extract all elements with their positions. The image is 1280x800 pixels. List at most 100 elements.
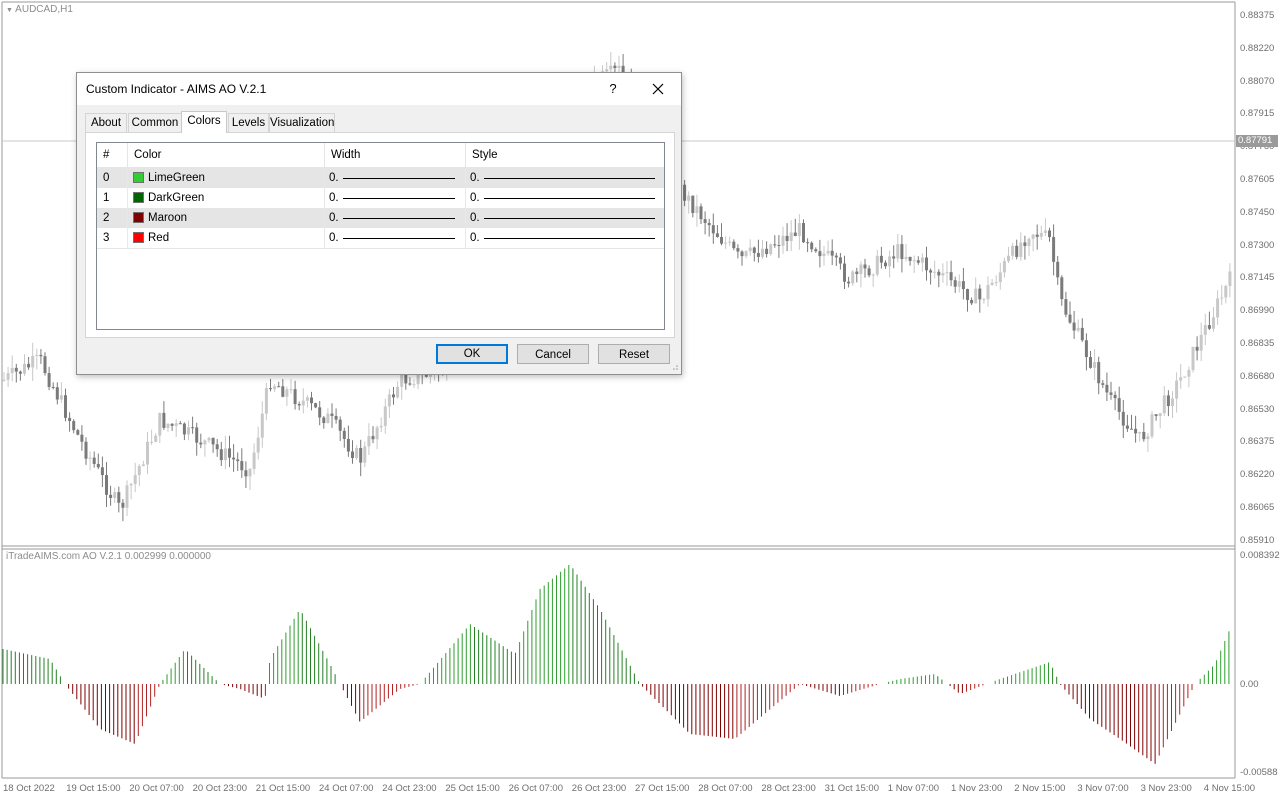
candle-body xyxy=(195,427,199,443)
candle-body xyxy=(1195,346,1199,351)
candle-body xyxy=(1162,395,1166,414)
grid-header: # Color Width Style xyxy=(97,143,664,168)
price-axis-label: 0.87605 xyxy=(1240,174,1275,185)
time-axis-label: 18 Oct 2022 xyxy=(3,783,55,794)
candle-body xyxy=(994,282,998,284)
candle-body xyxy=(322,417,326,424)
tab-about[interactable]: About xyxy=(85,113,127,132)
column-header-style[interactable]: Style xyxy=(466,143,664,167)
candle-body xyxy=(1007,255,1010,262)
candle-body xyxy=(55,387,59,400)
candle-body xyxy=(826,250,830,254)
candle-body xyxy=(367,436,371,447)
candle-body xyxy=(199,442,203,445)
candle-body xyxy=(256,437,260,453)
width-cell[interactable]: 0. xyxy=(325,188,466,208)
tab-common[interactable]: Common xyxy=(128,113,182,132)
candle-body xyxy=(925,257,928,271)
style-value: 0. xyxy=(470,172,480,184)
candle-body xyxy=(699,206,703,220)
reset-button[interactable]: Reset xyxy=(598,344,670,364)
candle-body xyxy=(146,441,149,465)
candle-body xyxy=(92,457,96,464)
candle-body xyxy=(125,485,129,508)
table-row[interactable]: 3 Red 0. 0. xyxy=(97,228,664,249)
dialog-titlebar[interactable]: Custom Indicator - AIMS AO V.2.1 ? xyxy=(77,73,681,105)
candle-body xyxy=(867,268,871,276)
candle-body xyxy=(252,452,256,469)
color-cell[interactable]: DarkGreen xyxy=(128,188,325,208)
candle-body xyxy=(982,299,986,301)
candle-body xyxy=(1212,317,1215,329)
color-name: LimeGreen xyxy=(148,172,205,184)
table-row[interactable]: 2 Maroon 0. 0. xyxy=(97,208,664,228)
candle-body xyxy=(888,256,892,267)
candle-body xyxy=(396,386,400,398)
candle-body xyxy=(223,448,227,461)
style-cell[interactable]: 0. xyxy=(466,188,664,208)
candle-body xyxy=(273,386,277,390)
cancel-button[interactable]: Cancel xyxy=(517,344,589,364)
candle-body xyxy=(351,451,354,459)
candle-body xyxy=(834,255,838,258)
candle-body xyxy=(293,389,297,405)
candle-body xyxy=(847,281,851,284)
style-cell[interactable]: 0. xyxy=(466,208,664,228)
style-cell[interactable]: 0. xyxy=(466,228,664,248)
candle-body xyxy=(150,441,154,443)
resize-grip-icon[interactable] xyxy=(671,364,679,372)
candle-body xyxy=(244,470,248,477)
candle-body xyxy=(879,255,883,263)
candle-body xyxy=(346,438,350,452)
help-button[interactable]: ? xyxy=(603,79,623,99)
width-value: 0. xyxy=(329,212,339,224)
candle-body xyxy=(363,446,367,463)
column-header-width[interactable]: Width xyxy=(325,143,466,167)
candle-body xyxy=(100,467,104,476)
candle-body xyxy=(207,437,211,441)
tab-levels[interactable]: Levels xyxy=(228,113,269,132)
ok-button[interactable]: OK xyxy=(436,344,508,364)
candle-body xyxy=(961,281,965,290)
candle-body xyxy=(720,236,723,244)
table-row[interactable]: 0 LimeGreen 0. 0. xyxy=(97,168,664,188)
table-row[interactable]: 1 DarkGreen 0. 0. xyxy=(97,188,664,208)
color-cell[interactable]: LimeGreen xyxy=(128,168,325,188)
candle-body xyxy=(929,270,933,273)
candle-body xyxy=(277,386,281,388)
indicator-axis-label: 0.00 xyxy=(1240,679,1259,690)
candle-body xyxy=(379,425,383,428)
candle-body xyxy=(707,222,711,226)
color-cell[interactable]: Red xyxy=(128,228,325,248)
candle-body xyxy=(724,242,728,244)
column-header-color[interactable]: Color xyxy=(128,143,325,167)
width-cell[interactable]: 0. xyxy=(325,168,466,188)
tab-visualization[interactable]: Visualization xyxy=(269,113,335,132)
candle-body xyxy=(1015,245,1019,257)
time-axis-label: 28 Oct 23:00 xyxy=(761,783,816,794)
tab-colors[interactable]: Colors xyxy=(181,111,227,133)
row-index: 3 xyxy=(97,228,128,248)
candle-body xyxy=(863,264,867,269)
color-swatch xyxy=(133,232,144,243)
dropdown-triangle-icon[interactable]: ▼ xyxy=(6,7,13,14)
colors-grid: # Color Width Style 0 LimeGreen 0. 0. 1 … xyxy=(96,142,665,330)
candle-body xyxy=(711,225,715,234)
column-header-index[interactable]: # xyxy=(97,143,128,167)
candle-body xyxy=(1154,414,1158,417)
close-button[interactable] xyxy=(643,77,673,101)
width-cell[interactable]: 0. xyxy=(325,228,466,248)
candle-body xyxy=(781,235,785,246)
candle-body xyxy=(408,383,412,385)
candle-body xyxy=(1035,234,1039,237)
candle-body xyxy=(72,421,76,431)
color-cell[interactable]: Maroon xyxy=(128,208,325,228)
style-cell[interactable]: 0. xyxy=(466,168,664,188)
candle-body xyxy=(843,263,846,282)
width-cell[interactable]: 0. xyxy=(325,208,466,228)
candle-body xyxy=(1084,340,1088,358)
candle-body xyxy=(1076,327,1080,331)
candle-body xyxy=(137,466,141,476)
current-price-marker: 0.87791 xyxy=(1236,135,1278,147)
candle-body xyxy=(133,475,137,484)
